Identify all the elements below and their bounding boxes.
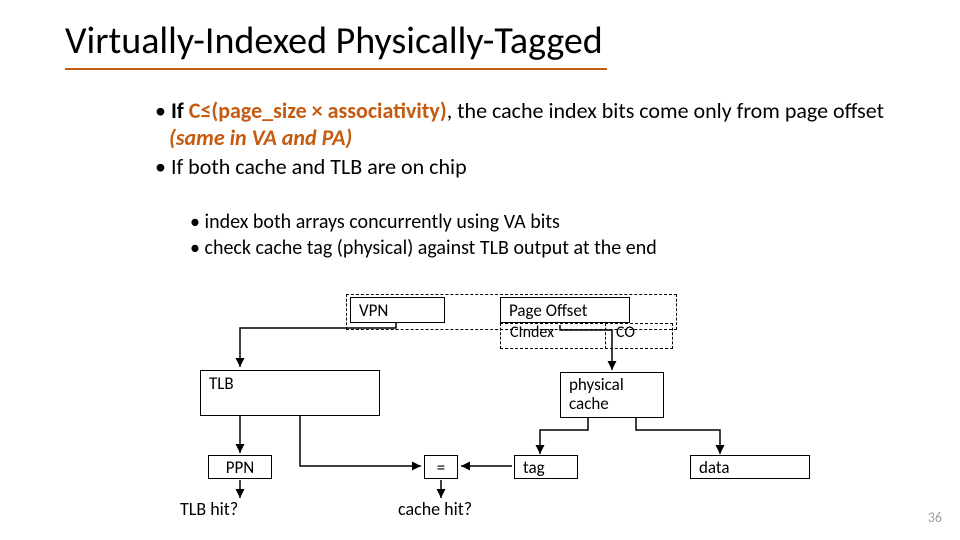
cache-box: physical cache bbox=[560, 372, 664, 418]
page-offset-box: Page Offset bbox=[500, 297, 630, 323]
tag-box: tag bbox=[514, 455, 578, 479]
equals-box: = bbox=[424, 455, 458, 479]
co-label: CO bbox=[616, 323, 635, 342]
diagram: VPN Page Offset CIndex CO TLB physical c… bbox=[0, 0, 960, 540]
cindex-label: CIndex bbox=[510, 323, 554, 342]
data-box: data bbox=[690, 455, 810, 479]
tlb-box: TLB bbox=[200, 370, 380, 416]
vpn-box: VPN bbox=[350, 297, 445, 323]
page-number: 36 bbox=[928, 509, 942, 526]
cindex-co-divider bbox=[605, 323, 606, 349]
tlb-hit-label: TLB hit? bbox=[180, 498, 238, 520]
diagram-lines bbox=[0, 0, 960, 540]
cache-hit-label: cache hit? bbox=[398, 498, 472, 520]
ppn-box: PPN bbox=[208, 455, 272, 479]
